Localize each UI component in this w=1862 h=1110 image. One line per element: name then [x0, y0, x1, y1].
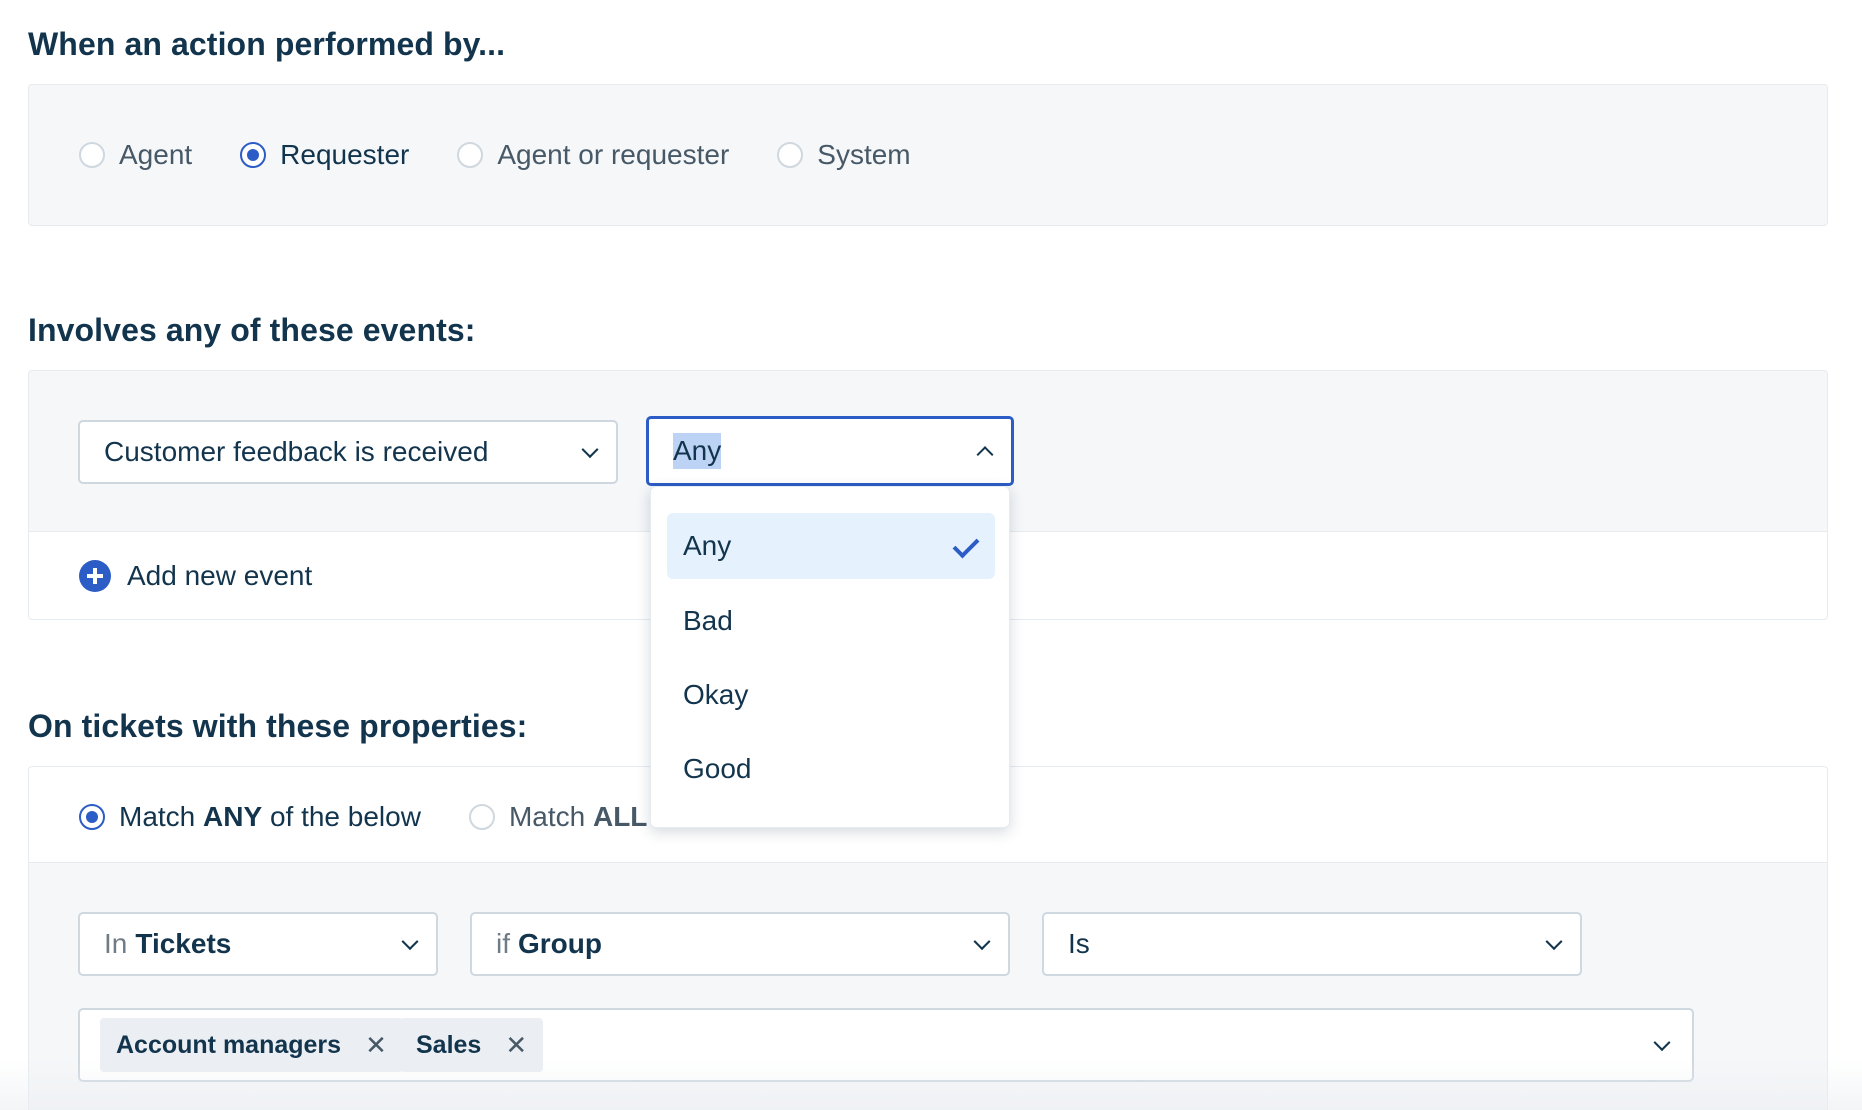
- in-prefix: In: [104, 928, 128, 959]
- chevron-down-icon: [1545, 933, 1563, 951]
- radio-agent-or-requester-label: Agent or requester: [497, 139, 730, 170]
- radio-agent-or-requester[interactable]: Agent or requester: [457, 139, 729, 171]
- radio-system-circle: [777, 142, 804, 168]
- match-any-strong: ANY: [203, 801, 263, 832]
- event-value-text: Any: [673, 433, 722, 469]
- dropdown-option-label: Good: [683, 753, 752, 784]
- radio-match-any[interactable]: Match ANY of the below: [79, 801, 421, 833]
- condition-in-select[interactable]: In Tickets: [78, 912, 438, 976]
- operator-value: Is: [1068, 928, 1090, 959]
- match-all-prefix: Match: [508, 801, 586, 832]
- plus-circle-icon: [79, 560, 111, 592]
- radio-agent-or-requester-circle: [457, 142, 484, 168]
- condition-field-select[interactable]: if Group: [470, 912, 1010, 976]
- in-value: Tickets: [135, 928, 232, 959]
- automation-rule-editor: When an action performed by... Agent Req…: [0, 0, 1862, 1110]
- checkmark-icon: [952, 531, 980, 559]
- tag-account-managers: Account managers ✕: [100, 1018, 403, 1072]
- remove-tag-icon[interactable]: ✕: [365, 1030, 387, 1061]
- radio-system-label: System: [817, 139, 911, 170]
- feedback-value-dropdown: Any Bad Okay Good: [650, 486, 1010, 828]
- events-title: Involves any of these events:: [28, 312, 476, 348]
- condition-values-multiselect[interactable]: Account managers ✕ Sales ✕: [78, 1008, 1694, 1082]
- radio-requester-label: Requester: [280, 139, 410, 170]
- add-new-event-label: Add new event: [127, 560, 313, 591]
- match-all-strong: ALL: [592, 801, 648, 832]
- condition-operator-select[interactable]: Is: [1042, 912, 1582, 976]
- remove-tag-icon[interactable]: ✕: [505, 1030, 527, 1061]
- match-mode-radio-group: Match ANY of the below Match ALL c: [79, 801, 669, 833]
- dropdown-option-label: Any: [683, 530, 732, 561]
- if-prefix: if: [496, 928, 510, 959]
- radio-match-any-circle: [79, 804, 105, 830]
- dropdown-option-any[interactable]: Any: [667, 513, 995, 579]
- radio-agent-label: Agent: [119, 139, 193, 170]
- chevron-down-icon: [401, 933, 419, 951]
- event-type-value: Customer feedback is received: [104, 436, 489, 467]
- chevron-down-icon: [581, 441, 599, 459]
- add-new-event-button[interactable]: Add new event: [79, 560, 312, 592]
- radio-agent[interactable]: Agent: [79, 139, 192, 171]
- chevron-down-icon: [1653, 1034, 1671, 1052]
- performed-by-panel: Agent Requester Agent or requester Syste…: [28, 84, 1828, 226]
- radio-requester[interactable]: Requester: [240, 139, 409, 171]
- dropdown-option-good[interactable]: Good: [667, 736, 995, 802]
- chevron-down-icon: [973, 933, 991, 951]
- tag-label: Account managers: [116, 1030, 342, 1059]
- dropdown-option-bad[interactable]: Bad: [667, 588, 995, 654]
- radio-match-all[interactable]: Match ALL c: [468, 801, 669, 833]
- if-value: Group: [518, 928, 602, 959]
- dropdown-option-label: Okay: [683, 679, 749, 710]
- tag-sales: Sales ✕: [400, 1018, 544, 1072]
- tag-label: Sales: [416, 1030, 482, 1059]
- properties-title: On tickets with these properties:: [28, 708, 528, 744]
- match-any-prefix: Match: [119, 801, 196, 832]
- radio-requester-circle: [240, 142, 267, 168]
- match-any-suffix: of the below: [269, 801, 421, 832]
- radio-system[interactable]: System: [777, 139, 911, 171]
- performed-by-title: When an action performed by...: [28, 26, 506, 62]
- event-type-select[interactable]: Customer feedback is received: [78, 420, 618, 484]
- performed-by-radio-group: Agent Requester Agent or requester Syste…: [79, 139, 911, 171]
- radio-agent-circle: [79, 142, 105, 168]
- event-value-select[interactable]: Any: [646, 416, 1014, 486]
- radio-match-all-circle: [468, 804, 495, 830]
- dropdown-option-label: Bad: [683, 605, 733, 636]
- dropdown-option-okay[interactable]: Okay: [667, 662, 995, 728]
- chevron-up-icon: [976, 446, 994, 464]
